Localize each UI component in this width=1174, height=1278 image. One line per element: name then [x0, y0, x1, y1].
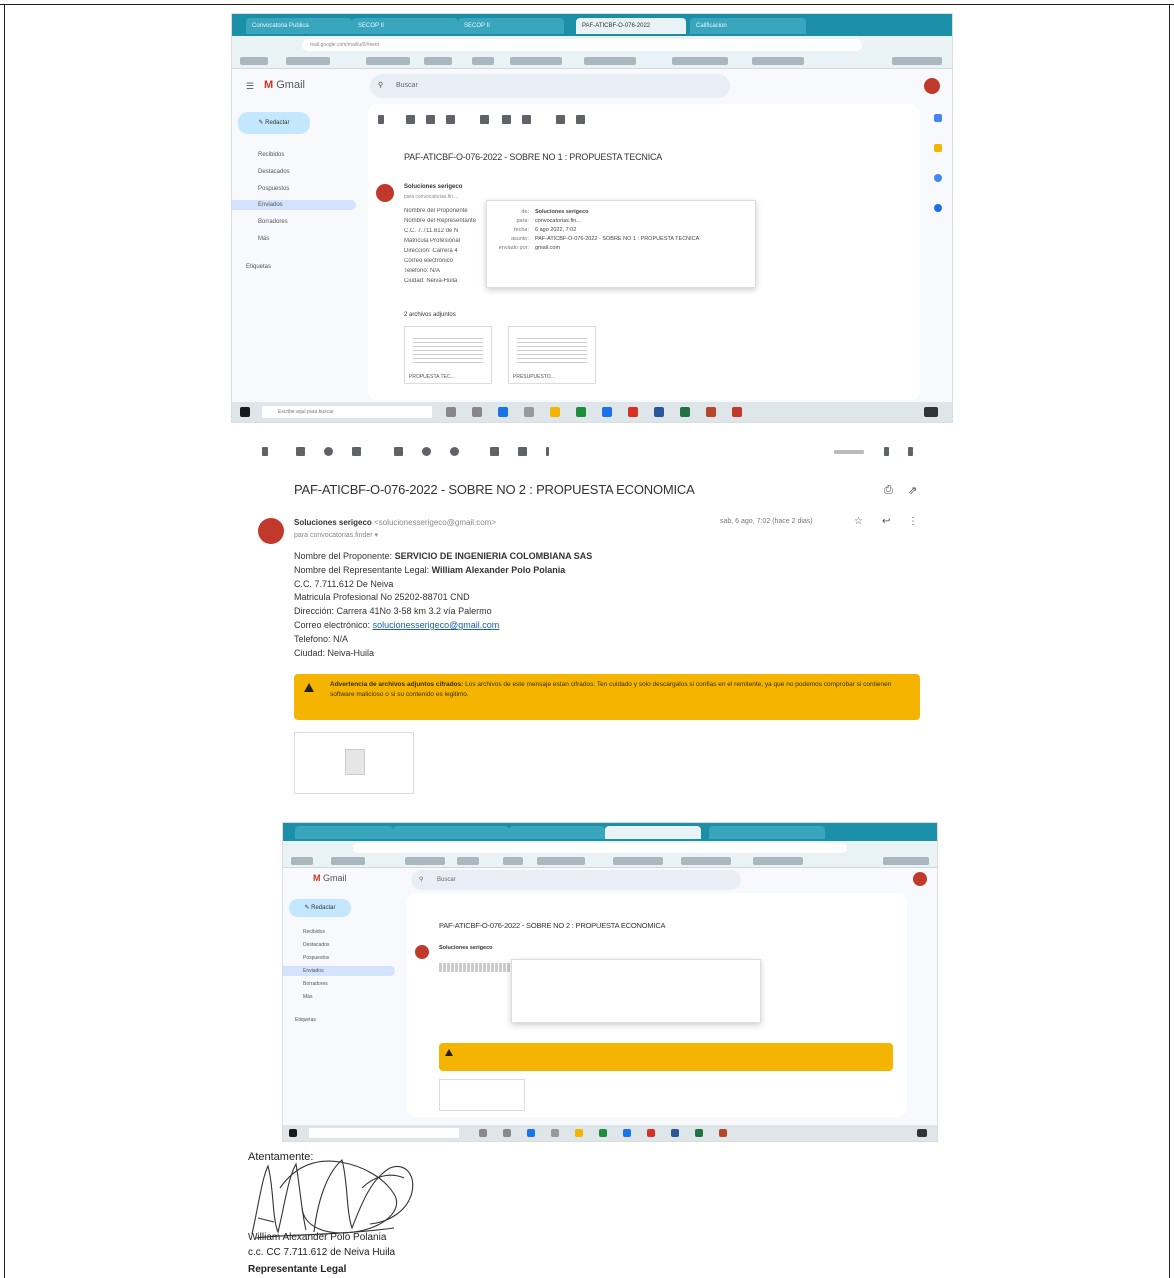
- windows-start-icon[interactable]: [240, 407, 250, 417]
- gmail-header: ☰ M Gmail ⚲ Buscar: [232, 69, 952, 103]
- compose-button[interactable]: ✎ Redactar: [238, 112, 310, 134]
- nav-inbox[interactable]: Recibidos: [283, 927, 395, 937]
- gmail-logo: M Gmail: [313, 873, 347, 883]
- browser-tab-active[interactable]: [605, 826, 701, 839]
- encrypted-attachment-warning: [439, 1043, 893, 1071]
- attachment-thumb[interactable]: [439, 1079, 525, 1111]
- search-input[interactable]: ⚲ Buscar: [370, 74, 730, 98]
- sender-name: Soluciones serigeco: [439, 945, 493, 951]
- sender-name: Soluciones serigeco: [294, 518, 372, 527]
- compose-button[interactable]: ✎ Redactar: [289, 899, 351, 917]
- email-subject: PAF-ATICBF-O-076-2022 - SOBRE NO 2 : PRO…: [294, 482, 695, 497]
- timestamp: sab, 6 ago, 7:02 (hace 2 dias): [720, 518, 813, 525]
- browser-tab[interactable]: SECOP II: [458, 18, 564, 34]
- search-icon: ⚲: [378, 82, 384, 89]
- screenshot-sobre-1: Convocatoria Publica SECOP II SECOP II P…: [232, 14, 952, 422]
- email-subject: PAF-ATICBF-O-076-2022 - SOBRE NO 1 : PRO…: [404, 152, 663, 162]
- message-pane: PAF-ATICBF-O-076-2022 - SOBRE NO 1 : PRO…: [368, 104, 920, 400]
- right-side-panel: [924, 104, 952, 400]
- message-toolbar: [248, 436, 932, 466]
- account-avatar[interactable]: [924, 78, 940, 94]
- signer-name: William Alexander Polo Polania: [248, 1232, 387, 1243]
- search-icon: ⚲: [419, 877, 424, 883]
- email-link[interactable]: solucionesserigeco@gmail.com: [373, 620, 500, 630]
- sender-avatar: [258, 518, 284, 544]
- email-subject: PAF-ATICBF-O-076-2022 - SOBRE NO 2 : PRO…: [439, 921, 666, 930]
- sender-avatar: [415, 945, 429, 959]
- screenshot-sobre-2-sender-details: M Gmail ⚲ Buscar ✎ Redactar Recibidos Des…: [283, 823, 937, 1141]
- nav-inbox[interactable]: Recibidos: [232, 150, 356, 160]
- signer-role: Representante Legal: [248, 1264, 347, 1275]
- star-icon[interactable]: ☆: [854, 516, 863, 527]
- browser-tab-active[interactable]: PAF-ATICBF-O-076-2022: [576, 18, 686, 34]
- bookmarks-bar: [283, 855, 937, 868]
- attachment-thumb[interactable]: PROPUESTA TEC...: [404, 326, 492, 384]
- nav-sent[interactable]: Enviados: [232, 200, 356, 210]
- sender-email: <solucionesserigeco@gmail.com>: [374, 518, 497, 527]
- recipient: para convocatorias.fin...: [404, 194, 458, 200]
- reply-icon[interactable]: ↩: [882, 516, 890, 527]
- contacts-icon[interactable]: [934, 204, 942, 212]
- browser-tab[interactable]: Convocatoria Publica: [246, 18, 352, 34]
- account-avatar[interactable]: [913, 872, 927, 886]
- address-field[interactable]: [353, 843, 847, 853]
- taskbar-search[interactable]: Escribe aquí para buscar: [262, 406, 432, 418]
- nav-more[interactable]: Más: [283, 992, 395, 1002]
- browser-tab-bar: [283, 823, 937, 841]
- calendar-icon[interactable]: [934, 114, 942, 122]
- labels-heading: Etiquetas: [295, 1017, 316, 1023]
- gmail-logo: M Gmail: [264, 79, 305, 91]
- nav-starred[interactable]: Destacados: [232, 167, 356, 177]
- windows-taskbar: Escribe aquí para buscar: [232, 402, 952, 422]
- sender-name: Soluciones serigeco: [404, 184, 463, 190]
- handwritten-signature: [251, 1159, 414, 1239]
- url-bar: mail.google.com/mail/u/0/#sent: [232, 36, 952, 54]
- nav-drafts[interactable]: Borradores: [232, 217, 356, 227]
- sender-details-popup: de: Soluciones serigeco para: convocatoria…: [486, 200, 756, 288]
- gmail-header: M Gmail ⚲ Buscar: [283, 868, 937, 892]
- search-input[interactable]: ⚲ Buscar: [411, 870, 741, 890]
- attachments-heading: 2 archivos adjuntos: [404, 312, 456, 318]
- nav-more[interactable]: Más: [232, 234, 356, 244]
- browser-tab-bar: Convocatoria Publica SECOP II SECOP II P…: [232, 14, 952, 36]
- bookmarks-bar: [232, 54, 952, 69]
- menu-icon[interactable]: ☰: [246, 81, 254, 92]
- warning-icon: [304, 683, 314, 692]
- nav-drafts[interactable]: Borradores: [283, 979, 395, 989]
- browser-tab[interactable]: SECOP II: [352, 18, 458, 34]
- warning-icon: [445, 1049, 453, 1056]
- windows-taskbar: [283, 1125, 937, 1141]
- print-icon[interactable]: ⎙: [884, 484, 893, 497]
- message-toolbar: [368, 104, 920, 130]
- open-in-new-window-icon[interactable]: ⇗: [908, 484, 917, 497]
- file-icon: [345, 749, 365, 775]
- windows-start-icon[interactable]: [289, 1129, 297, 1137]
- keep-icon[interactable]: [934, 144, 942, 152]
- signer-id: c.c. CC 7.711.612 de Neiva Huila: [248, 1247, 396, 1258]
- nav-starred[interactable]: Destacados: [283, 940, 395, 950]
- proponente-value: SERVICIO DE INGENIERIA COLOMBIANA SAS: [394, 551, 593, 561]
- screenshot-sobre-2: PAF-ATICBF-O-076-2022 - SOBRE NO 2 : PRO…: [248, 436, 932, 796]
- nav-sent[interactable]: Enviados: [283, 966, 395, 976]
- labels-heading: Etiquetas: [246, 264, 272, 270]
- attachment-thumb[interactable]: [294, 732, 414, 794]
- attachment-thumb[interactable]: PRESUPUESTO...: [508, 326, 596, 384]
- url-bar: [283, 841, 937, 855]
- sender-details-popup: [511, 959, 761, 1023]
- email-body: Nombre del Proponente Nombre del Represen…: [404, 208, 477, 284]
- encrypted-attachment-warning: Advertencia de archivos adjuntos cifrado…: [294, 674, 920, 720]
- more-options-icon[interactable]: ⋮: [908, 516, 918, 527]
- email-body: Nombre del Proponente: SERVICIO DE INGEN…: [294, 551, 593, 658]
- email-body: [439, 963, 513, 1027]
- nav-snoozed[interactable]: Pospuestos: [283, 953, 395, 963]
- tasks-icon[interactable]: [934, 174, 942, 182]
- recipient[interactable]: para convocatorias.finder ▾: [294, 531, 378, 539]
- message-pane: PAF-ATICBF-O-076-2022 - SOBRE NO 2 : PRO…: [407, 893, 907, 1117]
- nav-snoozed[interactable]: Pospuestos: [232, 184, 356, 194]
- browser-tab[interactable]: Calificacion: [690, 18, 806, 34]
- address-field[interactable]: mail.google.com/mail/u/0/#sent: [302, 39, 862, 51]
- sender-avatar: [376, 184, 394, 202]
- representante-value: William Alexander Polo Polania: [431, 564, 566, 575]
